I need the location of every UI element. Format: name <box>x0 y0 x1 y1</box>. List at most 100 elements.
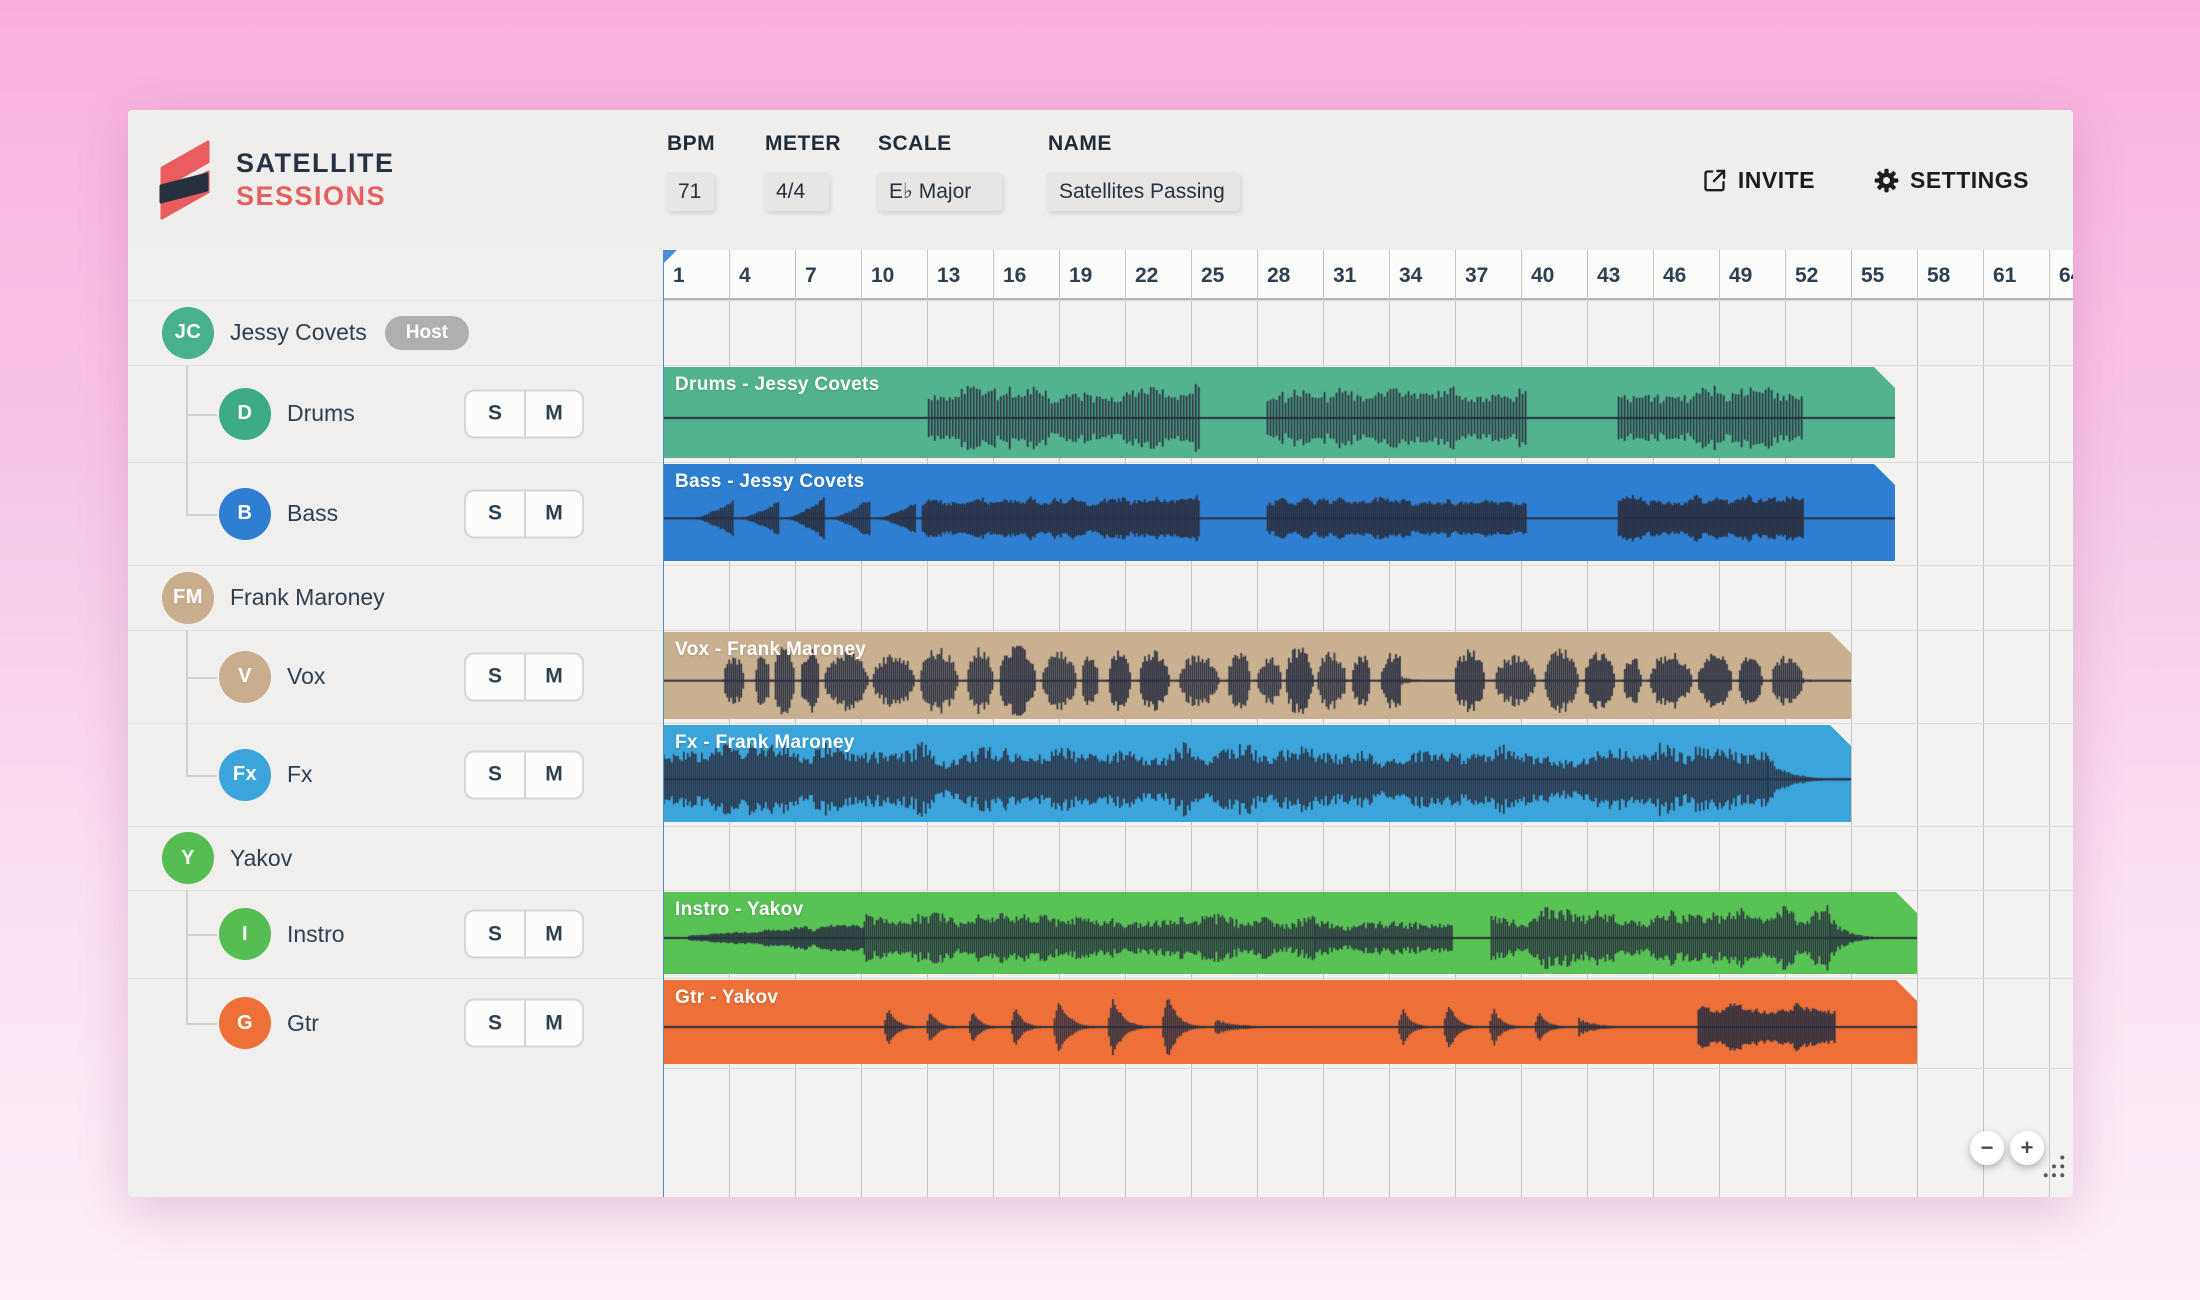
clip-instro[interactable]: Instro - Yakov <box>663 892 1917 974</box>
row-divider <box>663 723 2073 724</box>
clip-label: Fx - Frank Maroney <box>675 732 855 754</box>
session-name-input[interactable]: Satellites Passing <box>1046 172 1240 211</box>
clip-label: Drums - Jessy Covets <box>675 374 880 396</box>
brand-wordmark: SATELLITE SESSIONS <box>236 147 395 213</box>
ruler-bar-number[interactable]: 19 <box>1059 258 1092 294</box>
ruler-bar-number[interactable]: 64 <box>2049 258 2073 294</box>
ruler-bar-number[interactable]: 55 <box>1851 258 1884 294</box>
track-avatar: G <box>219 997 271 1049</box>
zoom-in-button[interactable]: + <box>2010 1131 2044 1165</box>
ruler-bar-number[interactable]: 10 <box>861 258 894 294</box>
ruler-bar-number[interactable]: 16 <box>993 258 1026 294</box>
brand-line-2: SESSIONS <box>236 180 395 213</box>
ruler-bar-number[interactable]: 40 <box>1521 258 1554 294</box>
mute-button[interactable]: M <box>524 654 582 699</box>
ruler-bar-number[interactable]: 58 <box>1917 258 1950 294</box>
row-divider <box>663 462 2073 463</box>
ruler-bar-number[interactable]: 46 <box>1653 258 1686 294</box>
share-icon <box>1701 167 1728 194</box>
clip-label: Vox - Frank Maroney <box>675 639 866 661</box>
scale-input[interactable]: E♭ Major <box>876 172 1002 211</box>
playhead-flag-icon <box>663 250 677 265</box>
ruler-bar-number[interactable]: 43 <box>1587 258 1620 294</box>
solo-button[interactable]: S <box>466 912 524 957</box>
ruler-bar-number[interactable]: 34 <box>1389 258 1422 294</box>
track-name: Gtr <box>287 1010 319 1037</box>
row-divider <box>663 300 2073 301</box>
ruler-bar-number[interactable]: 25 <box>1191 258 1224 294</box>
desktop-background: SATELLITE SESSIONS BPM 71 METER 4/4 SCAL… <box>0 0 2200 1300</box>
solo-mute-control: S M <box>464 489 584 538</box>
row-divider <box>128 365 663 366</box>
mute-button[interactable]: M <box>524 391 582 436</box>
header: SATELLITE SESSIONS BPM 71 METER 4/4 SCAL… <box>128 110 2073 250</box>
mute-button[interactable]: M <box>524 491 582 536</box>
user-row: FM Frank Maroney <box>128 565 663 630</box>
bpm-input[interactable]: 71 <box>665 172 714 211</box>
app-window: SATELLITE SESSIONS BPM 71 METER 4/4 SCAL… <box>128 110 2073 1197</box>
user-name: Frank Maroney <box>230 584 385 611</box>
user-avatar: JC <box>162 307 214 359</box>
user-name: Jessy Covets <box>230 319 367 346</box>
track-name: Bass <box>287 500 338 527</box>
row-divider <box>663 565 2073 566</box>
clip-drums[interactable]: Drums - Jessy Covets <box>663 367 1895 458</box>
clip-fx[interactable]: Fx - Frank Maroney <box>663 725 1851 822</box>
invite-button[interactable]: INVITE <box>1695 166 1821 195</box>
meter-input[interactable]: 4/4 <box>763 172 829 211</box>
ruler-bar-number[interactable]: 4 <box>729 258 751 294</box>
solo-button[interactable]: S <box>466 1001 524 1046</box>
solo-button[interactable]: S <box>466 391 524 436</box>
row-divider <box>128 826 663 827</box>
clip-gtr[interactable]: Gtr - Yakov <box>663 980 1917 1064</box>
user-row: JC Jessy Covets Host <box>128 300 663 365</box>
ruler-bar-number[interactable]: 22 <box>1125 258 1158 294</box>
row-divider <box>663 1068 2073 1069</box>
user-row: Y Yakov <box>128 826 663 890</box>
row-divider <box>663 365 2073 366</box>
row-divider <box>663 630 2073 631</box>
ruler-bar-number[interactable]: 31 <box>1323 258 1356 294</box>
tree-connector <box>186 365 188 514</box>
ruler-bar-number[interactable]: 7 <box>795 258 817 294</box>
tree-connector <box>186 1023 217 1025</box>
meter-label: METER <box>765 132 841 156</box>
clip-vox[interactable]: Vox - Frank Maroney <box>663 632 1851 719</box>
playhead[interactable] <box>663 250 664 1197</box>
tree-connector <box>186 775 217 777</box>
zoom-out-button[interactable]: − <box>1970 1131 2004 1165</box>
row-divider <box>128 723 663 724</box>
timeline-area: 1471013161922252831343740434649525558616… <box>663 110 2073 1197</box>
ruler-bar-number[interactable]: 61 <box>1983 258 2016 294</box>
ruler-bar-number[interactable]: 28 <box>1257 258 1290 294</box>
user-avatar: Y <box>162 832 214 884</box>
mute-button[interactable]: M <box>524 1001 582 1046</box>
ruler-bar-number[interactable]: 52 <box>1785 258 1818 294</box>
track-name: Instro <box>287 921 345 948</box>
ruler-bar-number[interactable]: 37 <box>1455 258 1488 294</box>
row-divider <box>128 300 663 301</box>
row-divider <box>663 826 2073 827</box>
solo-button[interactable]: S <box>466 752 524 797</box>
clip-label: Instro - Yakov <box>675 899 803 921</box>
host-badge: Host <box>385 316 469 350</box>
settings-button[interactable]: SETTINGS <box>1867 166 2035 195</box>
track-avatar: D <box>219 388 271 440</box>
tree-connector <box>186 890 188 1023</box>
resize-grip[interactable] <box>2041 1152 2067 1187</box>
solo-button[interactable]: S <box>466 491 524 536</box>
row-divider <box>128 462 663 463</box>
row-divider <box>128 565 663 566</box>
ruler-bar-number[interactable]: 49 <box>1719 258 1752 294</box>
mute-button[interactable]: M <box>524 752 582 797</box>
settings-label: SETTINGS <box>1910 167 2029 194</box>
mute-button[interactable]: M <box>524 912 582 957</box>
logo-mark-icon <box>158 138 216 222</box>
track-avatar: V <box>219 651 271 703</box>
solo-button[interactable]: S <box>466 654 524 699</box>
name-label: NAME <box>1048 132 1112 156</box>
ruler-bar-number[interactable]: 13 <box>927 258 960 294</box>
gear-icon <box>1873 167 1900 194</box>
waveform <box>663 892 1917 974</box>
clip-bass[interactable]: Bass - Jessy Covets <box>663 464 1895 561</box>
